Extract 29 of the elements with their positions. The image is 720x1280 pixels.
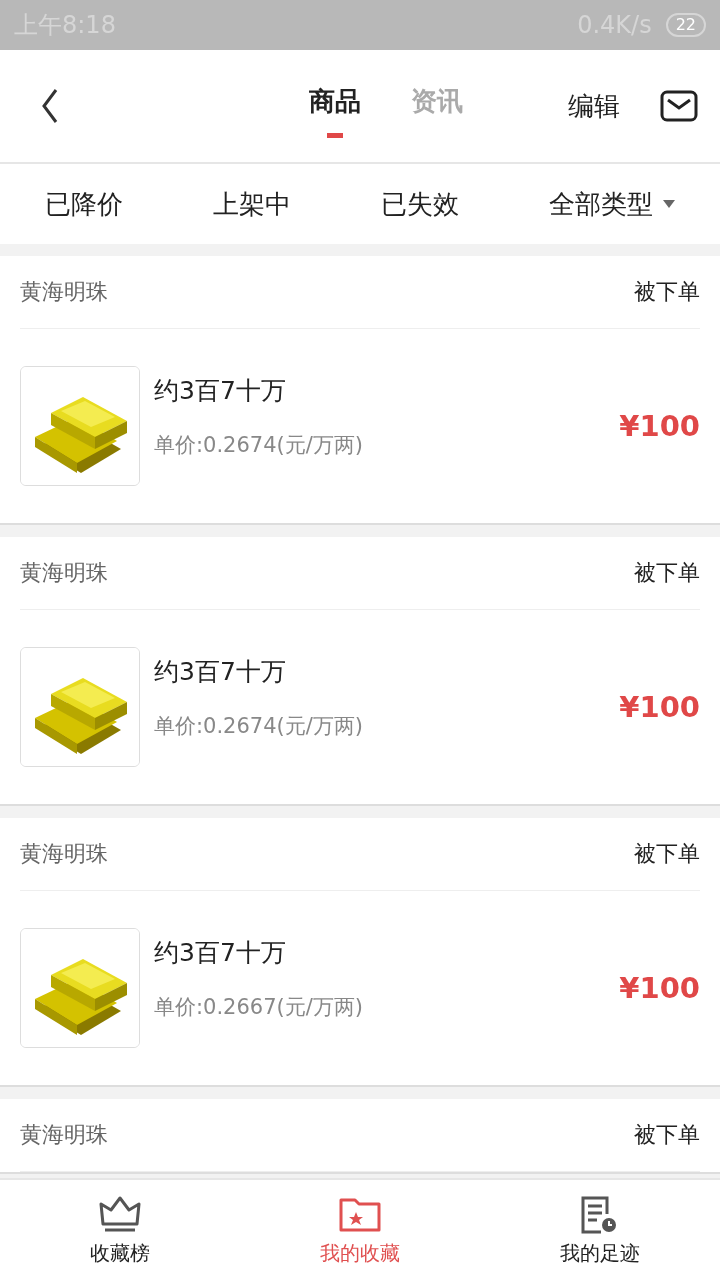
- mail-icon[interactable]: [660, 90, 698, 122]
- tab[interactable]: 商品: [309, 74, 361, 138]
- unit-price: 单价:0.2667(元/万两): [154, 993, 364, 1021]
- product-title: 约3百7十万: [154, 374, 287, 407]
- back-icon[interactable]: [40, 88, 60, 124]
- order-status: 被下单: [634, 1121, 700, 1149]
- order-status: 被下单: [634, 559, 700, 587]
- price: ¥100: [619, 971, 700, 1005]
- edit-button[interactable]: 编辑: [562, 87, 626, 125]
- order-status: 被下单: [634, 278, 700, 306]
- product-title: 约3百7十万: [154, 936, 287, 969]
- seller-name: 黄海明珠: [20, 840, 108, 868]
- nav-tab[interactable]: 收藏榜: [0, 1180, 240, 1280]
- battery-level: 22: [665, 13, 706, 37]
- nav-tab[interactable]: 我的足迹: [480, 1180, 720, 1280]
- price: ¥100: [619, 409, 700, 443]
- seller-name: 黄海明珠: [20, 278, 108, 306]
- nav-tab[interactable]: 我的收藏: [240, 1180, 480, 1280]
- seller-name: 黄海明珠: [20, 1121, 108, 1149]
- unit-price: 单价:0.2674(元/万两): [154, 712, 364, 740]
- product-title: 约3百7十万: [154, 655, 287, 688]
- price: ¥100: [619, 690, 700, 724]
- order-status: 被下单: [634, 840, 700, 868]
- unit-price: 单价:0.2674(元/万两): [154, 431, 364, 459]
- filter-button[interactable]: 上架中: [207, 185, 297, 223]
- filter-button[interactable]: 全部类型: [543, 185, 681, 223]
- seller-name: 黄海明珠: [20, 559, 108, 587]
- filter-button[interactable]: 已降价: [39, 185, 129, 223]
- filter-button[interactable]: 已失效: [375, 185, 465, 223]
